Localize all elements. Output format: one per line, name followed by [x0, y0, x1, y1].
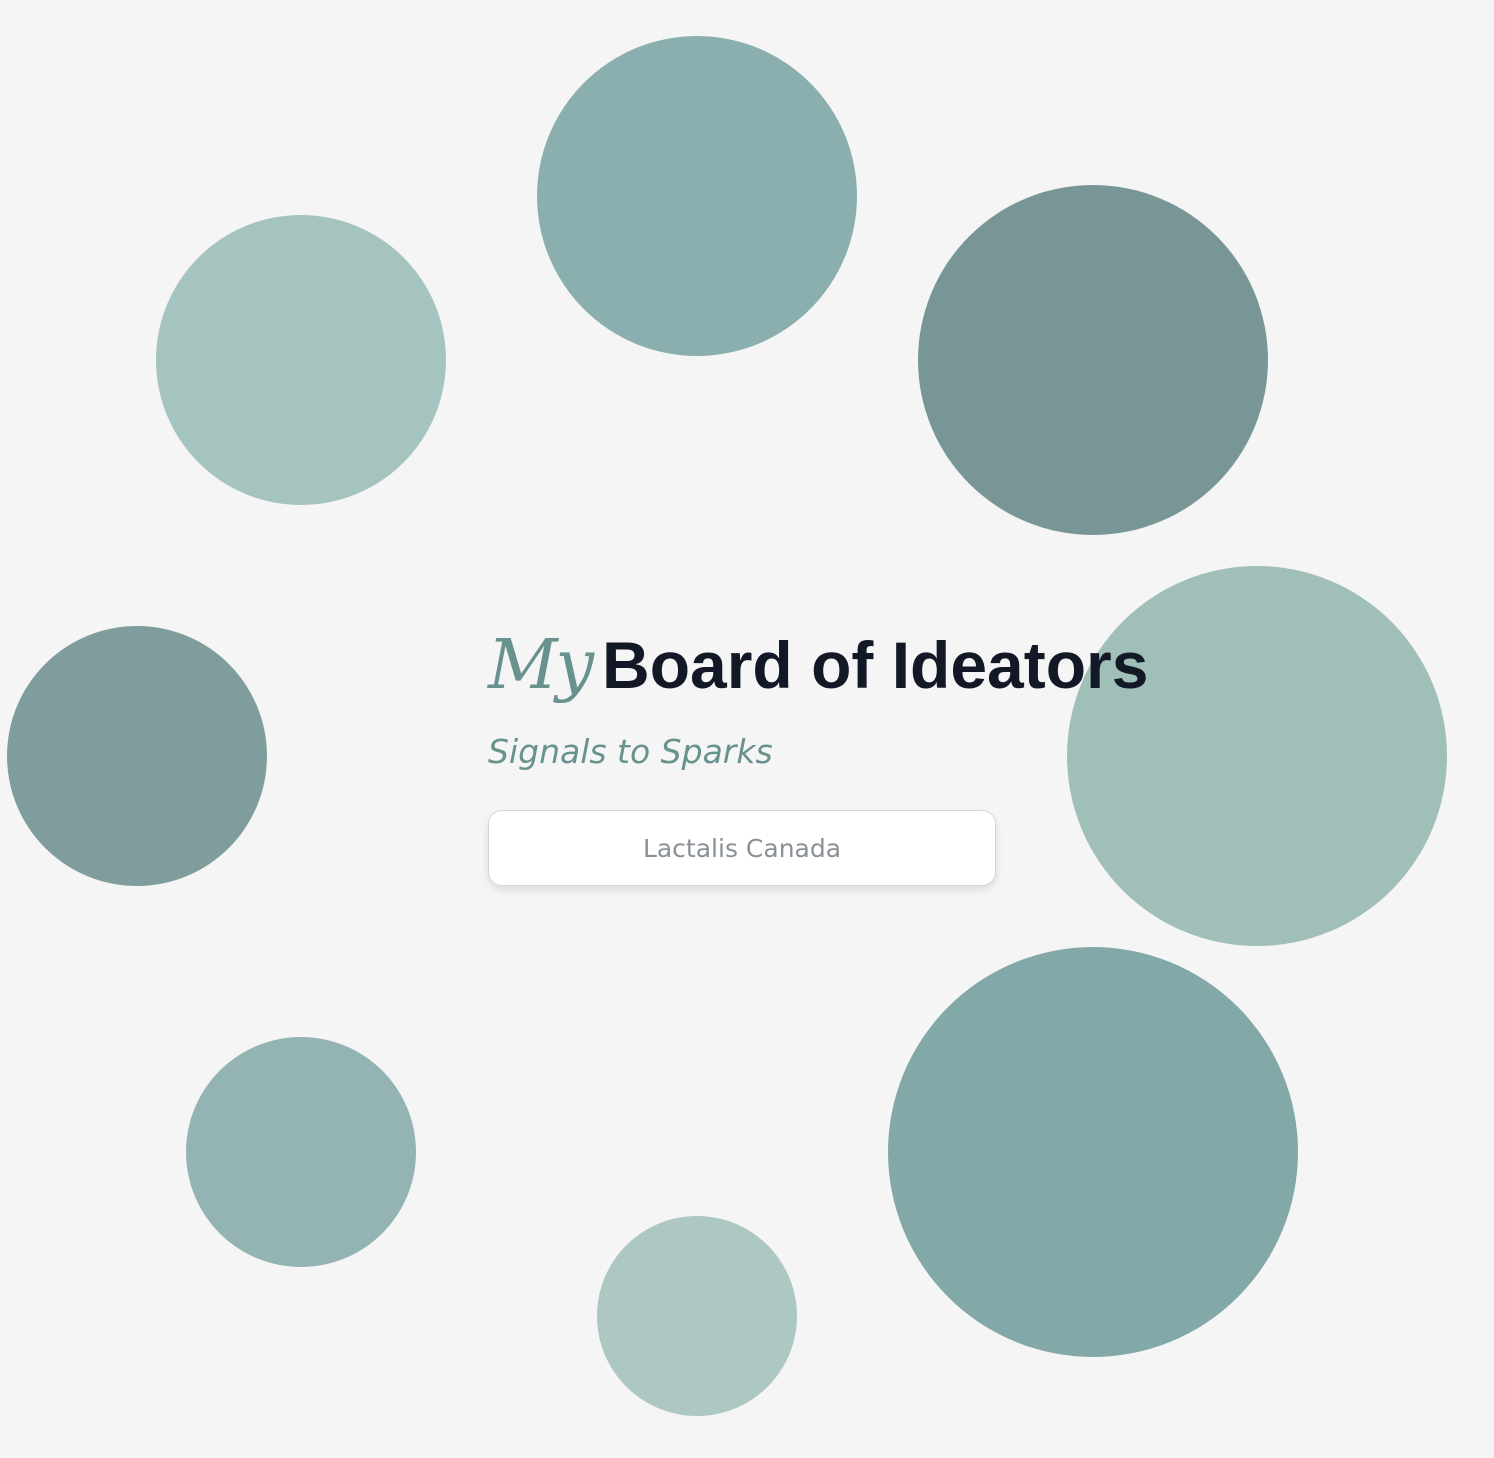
bubble-upper-right[interactable] [918, 185, 1268, 535]
bubble-left[interactable] [7, 626, 267, 886]
bubble-top[interactable] [537, 36, 857, 356]
bubble-lower-right[interactable] [888, 947, 1298, 1357]
page-subtitle: Signals to Sparks [488, 732, 773, 771]
company-name-input[interactable] [488, 810, 996, 886]
title-main: Board of Ideators [602, 628, 1149, 702]
page-title: My Board of Ideators [488, 620, 1188, 710]
bubble-upper-left[interactable] [156, 215, 446, 505]
bubble-lower-left[interactable] [186, 1037, 416, 1267]
hero: My Board of Ideators Signals to Sparks [488, 620, 1188, 886]
bubble-bottom[interactable] [597, 1216, 797, 1416]
title-prefix: My [488, 626, 594, 705]
